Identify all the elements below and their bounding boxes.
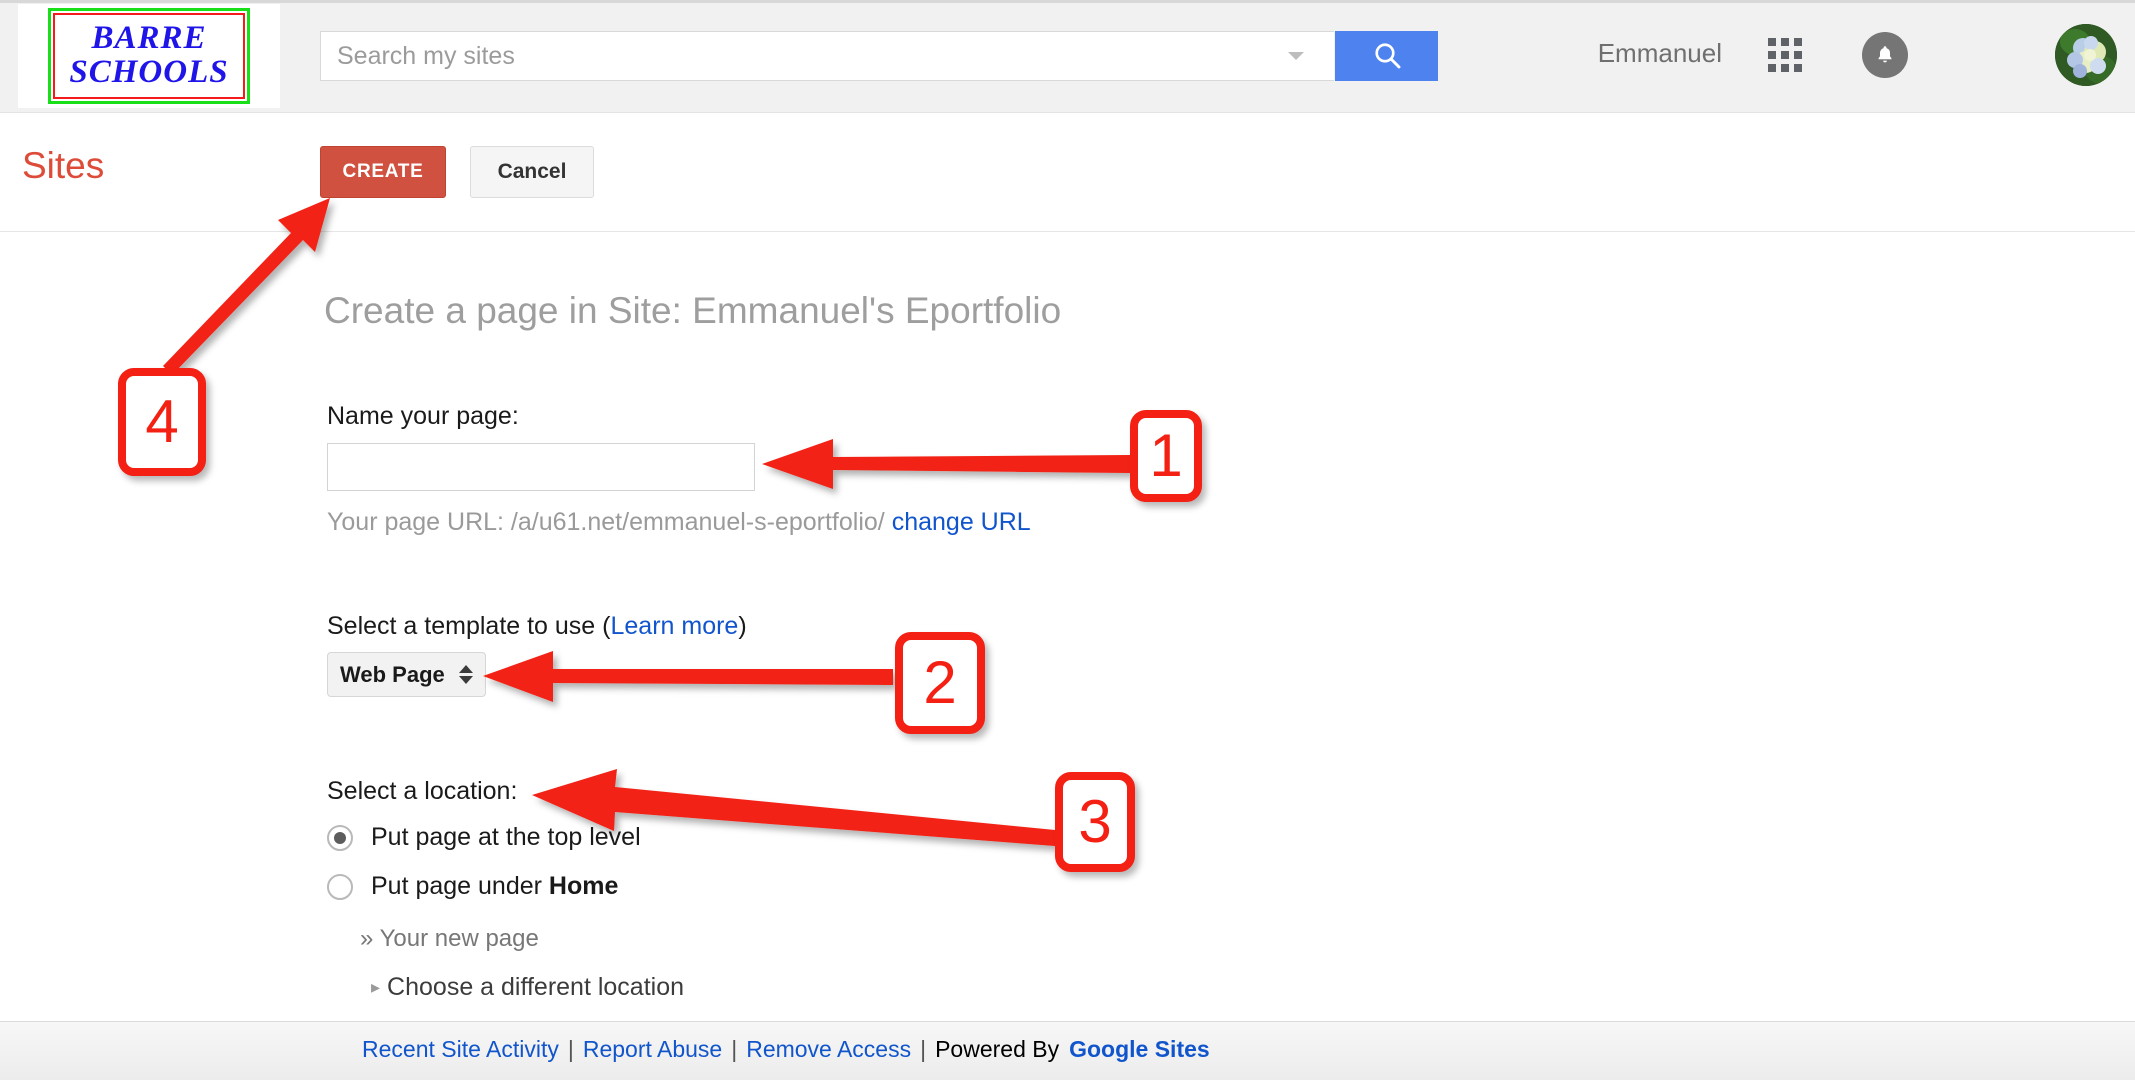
annotation-callout-2: 2 (895, 632, 985, 734)
footer-google-sites-link[interactable]: Google Sites (1069, 1036, 1210, 1062)
radio-under-home-label: Put page under Home (371, 872, 618, 901)
avatar[interactable] (2055, 24, 2117, 86)
template-label-pre: Select a template to use ( (327, 612, 610, 640)
change-url-link[interactable]: change URL (892, 508, 1031, 536)
annotation-arrow-1 (762, 439, 1130, 489)
footer-separator-3: | (920, 1036, 926, 1062)
search-icon (1371, 39, 1403, 74)
user-name-label[interactable]: Emmanuel (1598, 38, 1722, 69)
template-field-label: Select a template to use (Learn more) (327, 612, 747, 641)
annotation-callout-3: 3 (1055, 772, 1135, 872)
footer-links: Recent Site Activity | Report Abuse | Remove… (362, 1036, 1210, 1063)
annotation-arrow-2 (483, 651, 893, 702)
tree-your-new-page: » Your new page (360, 925, 539, 953)
page-url-text: Your page URL: /a/u61.net/emmanuel-s-epo… (327, 508, 885, 536)
logo-inner-border: BARRE SCHOOLS (53, 13, 244, 99)
search-bar (320, 31, 1438, 81)
page-root: BARRE SCHOOLS Emmanuel (0, 0, 2135, 1080)
create-button[interactable]: CREATE (320, 146, 446, 198)
logo-line-2: SCHOOLS (69, 55, 228, 89)
page-title: Create a page in Site: Emmanuel's Eportf… (324, 290, 1061, 332)
radio-under-home-text: Put page under (371, 872, 549, 900)
footer-separator-2: | (731, 1036, 737, 1062)
search-input[interactable] (320, 31, 1334, 81)
annotation-callout-1: 1 (1130, 410, 1202, 502)
search-button[interactable] (1335, 31, 1438, 81)
choose-different-location-label: Choose a different location (387, 973, 684, 1001)
chevron-down-icon[interactable] (1288, 52, 1304, 60)
cancel-button[interactable]: Cancel (470, 146, 594, 198)
footer-link-remove-access[interactable]: Remove Access (746, 1036, 911, 1062)
template-select[interactable]: Web Page (327, 652, 486, 697)
apps-grid-icon[interactable] (1768, 38, 1802, 72)
choose-different-location[interactable]: ▸ Choose a different location (371, 973, 684, 1002)
name-input[interactable] (327, 443, 755, 491)
radio-under-home[interactable] (327, 874, 353, 900)
app-header: BARRE SCHOOLS Emmanuel (0, 0, 2135, 113)
radio-top-level-label: Put page at the top level (371, 823, 641, 852)
logo-line-1: BARRE (69, 21, 228, 55)
radio-row-top-level[interactable]: Put page at the top level (327, 823, 641, 852)
page-url-line: Your page URL: /a/u61.net/emmanuel-s-epo… (327, 508, 1031, 537)
site-logo[interactable]: BARRE SCHOOLS (18, 4, 280, 108)
template-selected-value: Web Page (340, 662, 445, 688)
footer-separator-1: | (568, 1036, 574, 1062)
radio-row-under-home[interactable]: Put page under Home (327, 872, 618, 901)
page-footer: Recent Site Activity | Report Abuse | Remove… (0, 1021, 2135, 1080)
annotation-callout-4: 4 (118, 368, 206, 476)
radio-under-home-parent: Home (549, 872, 618, 900)
radio-top-level[interactable] (327, 825, 353, 851)
triangle-right-icon: ▸ (371, 977, 380, 998)
sites-brand[interactable]: Sites (22, 145, 104, 187)
learn-more-link[interactable]: Learn more (610, 612, 738, 640)
template-label-post: ) (738, 612, 746, 640)
name-field-label: Name your page: (327, 402, 519, 431)
logo-outer-border: BARRE SCHOOLS (48, 8, 249, 104)
bell-icon (1862, 32, 1908, 78)
footer-link-recent-site-activity[interactable]: Recent Site Activity (362, 1036, 559, 1062)
footer-powered-by: Powered By (935, 1036, 1059, 1062)
notifications-button[interactable] (1862, 32, 1908, 78)
stepper-updown-icon (459, 665, 473, 684)
location-label: Select a location: (327, 777, 517, 806)
header-top-rule (0, 0, 2135, 3)
footer-link-report-abuse[interactable]: Report Abuse (583, 1036, 722, 1062)
